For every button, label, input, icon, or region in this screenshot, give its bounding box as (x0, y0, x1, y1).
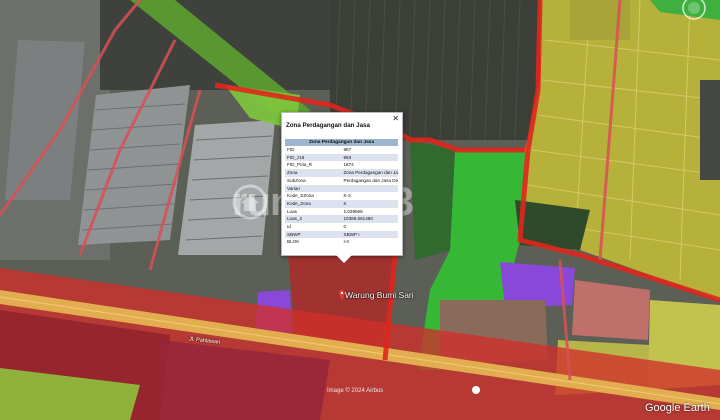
brand-logo: Google Earth (645, 402, 710, 414)
table-row: Id 0 (287, 224, 347, 230)
close-icon[interactable]: ✕ (392, 114, 399, 124)
attribute-table-header: Zona Perdagangan dan Jasa (285, 139, 398, 146)
table-row: Luas 1.039568 (287, 208, 363, 214)
table-row: FID 967 (287, 147, 352, 152)
table-row: Kode_SZona K-3 (287, 193, 351, 199)
table-row: Luas_2 10395.681480 (285, 215, 398, 224)
table-row: SubZona Perdagangan dan Jasa Deret (287, 177, 398, 183)
table-row: FID_z16 993 (285, 153, 398, 162)
table-row: Kode_Zona K (285, 199, 398, 208)
feature-popup: Zona Perdagangan dan Jasa ✕ Zona Perdaga… (281, 112, 403, 263)
table-row: BLOK I-3 (287, 239, 349, 245)
imagery-credit: Image © 2024 Airbus (327, 388, 384, 394)
table-row: Varian (285, 184, 398, 193)
table-row: FID_Pola_R 1874 (287, 162, 354, 168)
attribute-table: Zona Perdagangan dan Jasa FID 967 FID_z16… (285, 139, 398, 246)
table-row: SBWP SBWP I (285, 230, 398, 239)
table-row: Zona Zona Perdagangan dan Jasa (285, 169, 398, 177)
place-label[interactable]: Warung Bumi Sari (345, 290, 414, 300)
info-icon[interactable] (472, 386, 480, 394)
compass-icon[interactable] (680, 0, 708, 22)
popup-title: Zona Perdagangan dan Jasa (286, 122, 370, 129)
